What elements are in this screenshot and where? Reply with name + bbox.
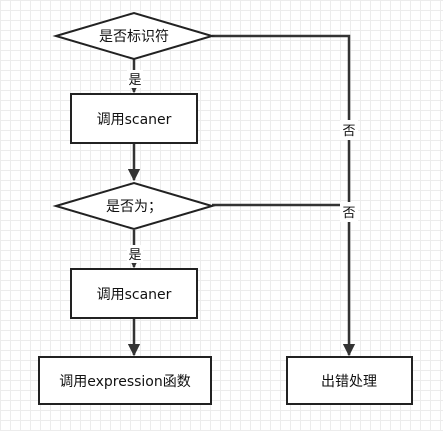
edge-label-no-1: 否 bbox=[342, 124, 355, 139]
process-call-scanner-2-label: 调用scaner bbox=[97, 287, 172, 303]
process-call-expression-label: 调用expression函数 bbox=[59, 374, 191, 390]
decision-is-identifier-label: 是否标识符 bbox=[99, 29, 169, 45]
edge-label-no-2: 否 bbox=[342, 206, 355, 221]
flowchart: 是 否 是 否 是否标识符 调用scaner 是否为； 调用scaner 调用e… bbox=[38, 11, 413, 405]
edge-identifier-to-error bbox=[212, 34, 356, 357]
process-error-handling-label: 出错处理 bbox=[321, 374, 377, 390]
decision-is-semicolon-label: 是否为； bbox=[106, 199, 162, 215]
edge-label-yes-2: 是 bbox=[128, 248, 141, 263]
process-call-scanner-1-label: 调用scaner bbox=[97, 112, 172, 128]
edge-label-yes-1: 是 bbox=[128, 73, 141, 88]
